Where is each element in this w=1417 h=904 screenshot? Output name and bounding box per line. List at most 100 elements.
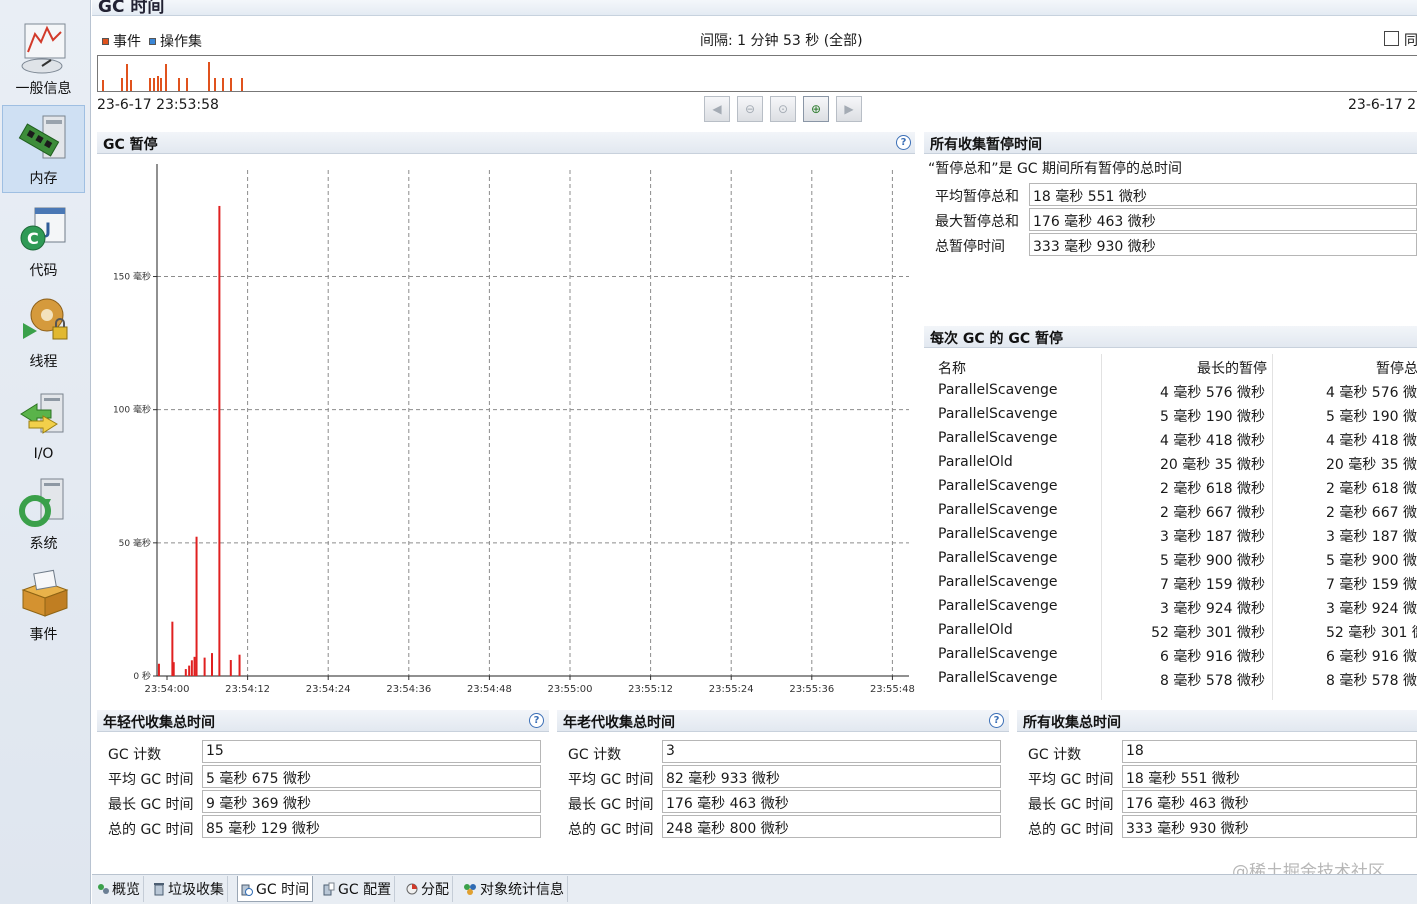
event-timeline[interactable]	[97, 55, 1417, 92]
all-gen-panel: 所有收集总时间 GC 计数 18 平均 GC 时间 18 毫秒 551 微秒 最…	[1017, 710, 1417, 842]
per-gc-row[interactable]: ParallelScavenge 4 毫秒 576 微秒 4 毫秒 576 微	[924, 378, 1417, 402]
gc-pause-bar	[184, 669, 187, 676]
zoom-out-button[interactable]: ⊖	[737, 96, 763, 122]
x-tick-label: 23:55:48	[870, 684, 915, 695]
sync-checkbox[interactable]	[1384, 31, 1399, 46]
per-gc-row[interactable]: ParallelOld 20 毫秒 35 微秒 20 毫秒 35 微	[924, 450, 1417, 474]
nav-label: 一般信息	[15, 81, 72, 97]
tab-gc-time[interactable]: GC 时间	[237, 876, 314, 902]
io-arrows-icon	[19, 393, 63, 434]
per-gc-row[interactable]: ParallelScavenge 7 毫秒 159 微秒 7 毫秒 159 微	[924, 570, 1417, 594]
tab-allocation[interactable]: 分配	[403, 876, 453, 902]
nav-item-io[interactable]: I/O	[2, 378, 85, 466]
gc-pause-bar	[157, 663, 160, 676]
per-gc-total-cell: 52 毫秒 301 微	[1326, 625, 1417, 641]
per-gc-name-cell: ParallelOld	[938, 622, 1013, 638]
gc-pause-bar	[238, 654, 241, 676]
help-icon[interactable]: ?	[989, 713, 1004, 728]
old-max-gc-value[interactable]: 176 毫秒 463 微秒	[662, 790, 1001, 813]
nav-item-code[interactable]: J C 代码	[2, 196, 85, 284]
per-gc-total-cell: 2 毫秒 618 微	[1326, 481, 1417, 497]
column-header-name[interactable]: 名称	[938, 358, 966, 378]
per-gc-row[interactable]: ParallelScavenge 3 毫秒 924 微秒 3 毫秒 924 微	[924, 594, 1417, 618]
tab-label: 对象统计信息	[480, 882, 564, 898]
zoom-in-button[interactable]: ⊕	[803, 96, 829, 122]
old-total-gc-value[interactable]: 248 毫秒 800 微秒	[662, 815, 1001, 838]
nav-label: 线程	[29, 354, 58, 370]
per-gc-row[interactable]: ParallelScavenge 5 毫秒 190 微秒 5 毫秒 190 微	[924, 402, 1417, 426]
old-total-gc-label: 总的 GC 时间	[568, 822, 654, 838]
young-max-gc-value[interactable]: 9 毫秒 369 微秒	[202, 790, 541, 813]
all-pauses-panel: 所有收集暂停时间 “暂停总和”是 GC 期间所有暂停的总时间 平均暂停总和 18…	[924, 132, 1417, 322]
all-total-gc-value[interactable]: 333 毫秒 930 微秒	[1122, 815, 1417, 838]
zoom-reset-icon: ⊙	[777, 102, 789, 116]
young-total-gc-label: 总的 GC 时间	[108, 822, 194, 838]
per-gc-name-cell: ParallelScavenge	[938, 406, 1058, 422]
interval-label: 间隔: 1 分钟 53 秒 (全部)	[700, 33, 863, 49]
gc-pause-chart[interactable]: 0 秒 50 毫秒 100 毫秒 150 毫秒 23:54:00 23:54:12 23:5…	[97, 156, 915, 704]
all-avg-gc-value[interactable]: 18 毫秒 551 微秒	[1122, 765, 1417, 788]
arrow-left-icon: ◀	[712, 102, 722, 116]
per-gc-total-cell: 8 毫秒 578 微	[1326, 673, 1417, 689]
avg-pause-value[interactable]: 18 毫秒 551 微秒	[1029, 183, 1417, 206]
per-gc-row[interactable]: ParallelScavenge 3 毫秒 187 微秒 3 毫秒 187 微	[924, 522, 1417, 546]
nav-item-memory[interactable]: 内存	[2, 105, 85, 193]
young-total-gc-value[interactable]: 85 毫秒 129 微秒	[202, 815, 541, 838]
per-gc-total-cell: 5 毫秒 190 微	[1326, 409, 1417, 425]
help-icon[interactable]: ?	[896, 135, 911, 150]
nav-item-events[interactable]: 事件	[2, 560, 85, 648]
old-avg-gc-label: 平均 GC 时间	[568, 772, 654, 788]
pan-left-button[interactable]: ◀	[704, 96, 730, 122]
per-gc-total-cell: 5 毫秒 900 微	[1326, 553, 1417, 569]
per-gc-row[interactable]: ParallelScavenge 4 毫秒 418 微秒 4 毫秒 418 微	[924, 426, 1417, 450]
all-max-gc-value[interactable]: 176 毫秒 463 微秒	[1122, 790, 1417, 813]
gc-pause-bar	[229, 660, 232, 676]
total-pause-value[interactable]: 333 毫秒 930 微秒	[1029, 233, 1417, 256]
tab-garbage-collection[interactable]: 垃圾收集	[150, 876, 228, 902]
nav-item-system[interactable]: 系统	[2, 469, 85, 557]
system-icon	[18, 478, 63, 527]
old-gc-count-value[interactable]: 3	[662, 740, 1001, 763]
per-gc-row[interactable]: ParallelScavenge 2 毫秒 667 微秒 2 毫秒 667 微	[924, 498, 1417, 522]
column-header-total-pause[interactable]: 暂停总	[1376, 358, 1417, 378]
tab-gc-config[interactable]: GC 配置	[320, 876, 396, 902]
event-mark	[126, 64, 128, 91]
zoom-reset-button[interactable]: ⊙	[770, 96, 796, 122]
pan-right-button[interactable]: ▶	[836, 96, 862, 122]
max-pause-value[interactable]: 176 毫秒 463 微秒	[1029, 208, 1417, 231]
help-icon[interactable]: ?	[529, 713, 544, 728]
per-gc-row[interactable]: ParallelScavenge 2 毫秒 618 微秒 2 毫秒 618 微	[924, 474, 1417, 498]
view-title: GC 时间	[98, 0, 165, 16]
young-avg-gc-value[interactable]: 5 毫秒 675 微秒	[202, 765, 541, 788]
tab-overview[interactable]: 概览	[94, 876, 144, 902]
gc-pause-bar	[188, 665, 191, 676]
per-gc-longest-cell: 2 毫秒 667 微秒	[1160, 505, 1265, 521]
event-mark	[165, 64, 167, 91]
per-gc-total-cell: 4 毫秒 418 微	[1326, 433, 1417, 449]
tab-object-statistics[interactable]: 对象统计信息	[460, 876, 568, 902]
trash-icon	[154, 883, 164, 896]
nav-item-threads[interactable]: 线程	[2, 287, 85, 375]
event-mark	[208, 62, 210, 91]
column-header-longest-pause[interactable]: 最长的暂停	[1197, 358, 1267, 378]
gc-pause-bar	[211, 653, 214, 676]
per-gc-total-cell: 3 毫秒 187 微	[1326, 529, 1417, 545]
sync-checkbox-label: 同	[1404, 33, 1417, 49]
per-gc-row[interactable]: ParallelScavenge 8 毫秒 578 微秒 8 毫秒 578 微	[924, 666, 1417, 690]
per-gc-name-cell: ParallelScavenge	[938, 670, 1058, 686]
per-gc-row[interactable]: ParallelScavenge 6 毫秒 916 微秒 6 毫秒 916 微	[924, 642, 1417, 666]
per-gc-name-cell: ParallelScavenge	[938, 430, 1058, 446]
event-mark	[214, 78, 216, 91]
per-gc-total-cell: 6 毫秒 916 微	[1326, 649, 1417, 665]
per-gc-row[interactable]: ParallelOld 52 毫秒 301 微秒 52 毫秒 301 微	[924, 618, 1417, 642]
x-tick-label: 23:55:36	[789, 684, 834, 695]
old-avg-gc-value[interactable]: 82 毫秒 933 微秒	[662, 765, 1001, 788]
event-mark	[121, 78, 123, 91]
all-gc-count-value[interactable]: 18	[1122, 740, 1417, 763]
tab-label: 概览	[112, 882, 140, 898]
all-avg-gc-label: 平均 GC 时间	[1028, 772, 1114, 788]
nav-item-general[interactable]: 一般信息	[2, 14, 85, 102]
main-area: GC 时间 事件 操作集 间隔: 1 分钟 53 秒 (全部) 同 23-6-1…	[92, 0, 1417, 904]
per-gc-row[interactable]: ParallelScavenge 5 毫秒 900 微秒 5 毫秒 900 微	[924, 546, 1417, 570]
young-gc-count-value[interactable]: 15	[202, 740, 541, 763]
